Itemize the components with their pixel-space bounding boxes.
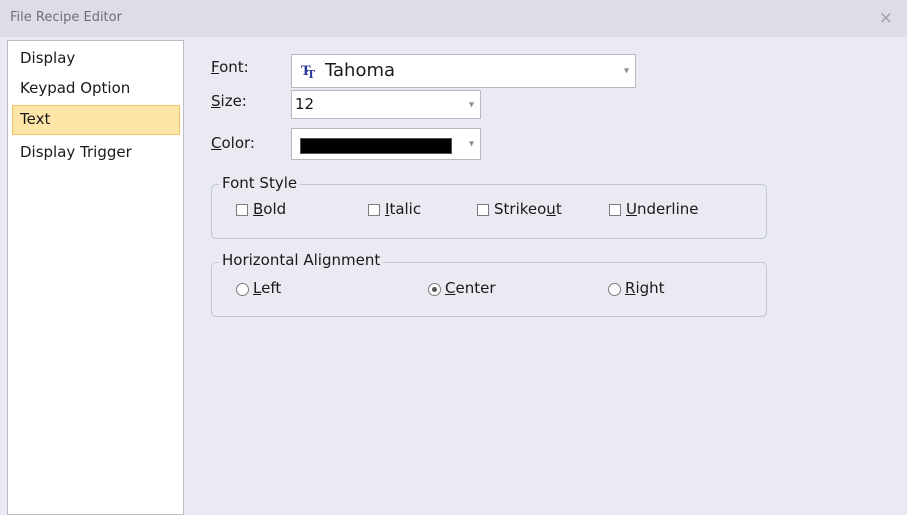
radio-circle [608,283,621,296]
checkbox-box [609,204,621,216]
checkbox-box [236,204,248,216]
font-dropdown[interactable]: T T Tahoma ▾ [291,54,636,88]
title-bar: File Recipe Editor × [0,0,907,37]
truetype-font-icon: T T [301,64,316,79]
chevron-down-icon: ▾ [468,138,474,150]
checkbox-box [368,204,380,216]
horizontal-alignment-legend: Horizontal Alignment [219,251,384,269]
radio-label: Right [625,279,665,297]
checkbox-label: Italic [385,200,422,218]
radio-circle [428,283,441,296]
window-title: File Recipe Editor [10,10,122,25]
chevron-down-icon: ▾ [623,65,629,77]
svg-text:T: T [307,68,316,79]
radio-label: Center [445,279,496,297]
sidebar-item-keypad-option[interactable]: Keypad Option [12,74,180,104]
sidebar-item-label: Keypad Option [20,79,131,97]
size-dropdown[interactable]: 12 ▾ [291,90,481,119]
sidebar-item-text[interactable]: Text [12,105,180,135]
checkbox-box [477,204,489,216]
radio-label: Left [253,279,282,297]
font-value: Tahoma [325,60,396,81]
color-swatch [300,138,452,154]
checkbox-label: Underline [626,200,699,218]
radio-circle [236,283,249,296]
sidebar-item-display-trigger[interactable]: Display Trigger [12,138,180,168]
font-style-legend: Font Style [219,174,301,192]
sidebar-item-label: Display Trigger [20,143,132,161]
color-picker[interactable]: ▾ [291,128,481,160]
size-label: Size: [211,92,247,110]
close-icon[interactable]: × [879,8,893,28]
font-label: Font: [211,58,249,76]
sidebar-item-label: Text [20,110,51,128]
sidebar: Display Keypad Option Text Display Trigg… [7,40,184,515]
sidebar-item-display[interactable]: Display [12,44,180,74]
size-value: 12 [295,95,315,113]
color-label: Color: [211,134,255,152]
chevron-down-icon: ▾ [468,99,474,110]
checkbox-label: Strikeout [494,200,562,218]
sidebar-item-label: Display [20,49,76,67]
checkbox-label: Bold [253,200,287,218]
